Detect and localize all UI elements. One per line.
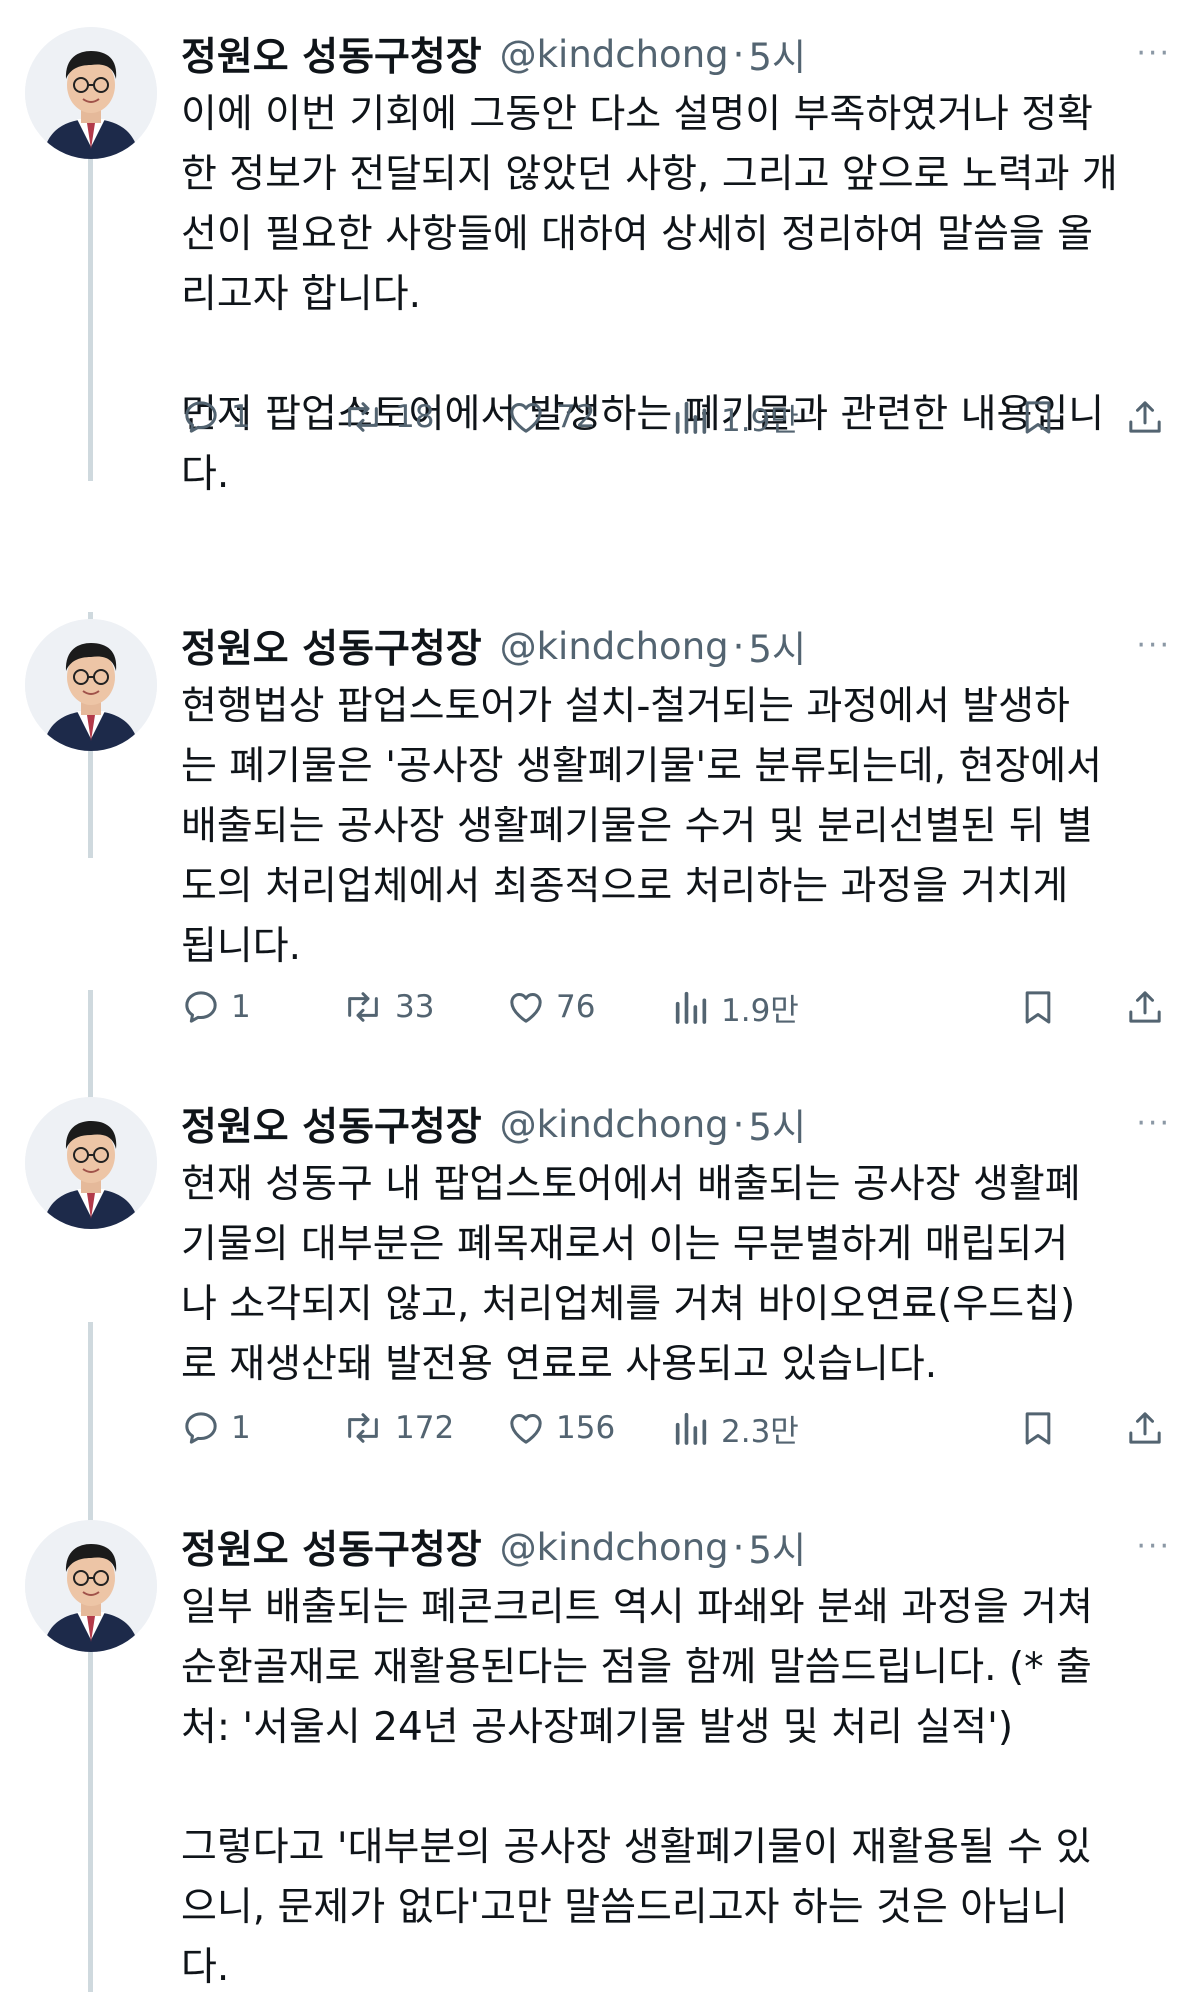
bookmark-button[interactable] <box>1018 1400 1058 1456</box>
reply-icon <box>185 991 217 1023</box>
view-count: 1.9만 <box>721 992 799 1029</box>
reply-button[interactable]: 1 <box>181 1400 251 1456</box>
reply-count: 1 <box>231 399 251 435</box>
share-button[interactable] <box>1125 1400 1165 1456</box>
like-count: 72 <box>556 399 596 435</box>
repost-count: 18 <box>395 399 435 435</box>
analytics-icon <box>675 401 707 434</box>
reply-icon <box>185 1412 217 1444</box>
timestamp[interactable]: 5시 <box>748 1097 806 1151</box>
repost-button[interactable]: 18 <box>341 389 434 445</box>
separator-dot: · <box>732 32 745 76</box>
views-button[interactable]: 2.3만 <box>671 1400 799 1456</box>
reply-count: 1 <box>231 989 251 1025</box>
reply-button[interactable]: 1 <box>181 389 251 445</box>
author-handle[interactable]: @kindchong <box>500 33 729 76</box>
tweet[interactable]: 정원오 성동구청장 @kindchong · 5시 ··· 일부 배출되는 폐콘… <box>0 1520 1200 1992</box>
share-icon <box>1129 401 1161 433</box>
more-options-icon[interactable]: ··· <box>1136 1099 1171 1149</box>
author-name[interactable]: 정원오 성동구청장 <box>181 26 482 82</box>
avatar[interactable] <box>25 1520 157 1652</box>
tweet[interactable]: 정원오 성동구청장 @kindchong · 5시 ··· 현행법상 팝업스토어… <box>0 619 1200 1039</box>
action-bar: 1 18 72 1.9만 <box>181 389 1171 445</box>
repost-button[interactable]: 33 <box>341 979 434 1035</box>
like-button[interactable]: 72 <box>506 389 595 445</box>
tweet-text: 현행법상 팝업스토어가 설치-철거되는 과정에서 발생하 는 폐기물은 '공사장… <box>181 684 1103 969</box>
action-bar: 1 33 76 1.9만 <box>181 979 1171 1035</box>
heart-icon <box>510 993 542 1023</box>
like-count: 156 <box>556 1410 616 1446</box>
views-button[interactable]: 1.9만 <box>671 389 799 445</box>
reply-button[interactable]: 1 <box>181 979 251 1035</box>
analytics-icon <box>675 991 707 1024</box>
author-handle[interactable]: @kindchong <box>500 1526 729 1569</box>
more-options-icon[interactable]: ··· <box>1136 1522 1171 1572</box>
bookmark-button[interactable] <box>1018 979 1058 1035</box>
bookmark-button[interactable] <box>1018 389 1058 445</box>
repost-icon <box>348 992 378 1022</box>
tweet-text: 현재 성동구 내 팝업스토어에서 배출되는 공사장 생활폐 기물의 대부분은 폐… <box>181 1162 1081 1387</box>
repost-icon <box>348 1413 378 1443</box>
timestamp[interactable]: 5시 <box>748 1520 806 1574</box>
like-button[interactable]: 156 <box>506 1400 615 1456</box>
bookmark-icon <box>1025 991 1051 1024</box>
repost-count: 172 <box>395 1410 455 1446</box>
more-options-icon[interactable]: ··· <box>1136 29 1171 79</box>
views-button[interactable]: 1.9만 <box>671 979 799 1035</box>
bookmark-icon <box>1025 1412 1051 1445</box>
tweet[interactable]: 정원오 성동구청장 @kindchong · 5시 ··· 이에 이번 기회에 … <box>0 27 1200 567</box>
like-count: 76 <box>556 989 596 1025</box>
repost-icon <box>348 402 378 432</box>
analytics-icon <box>675 1412 707 1445</box>
author-handle[interactable]: @kindchong <box>500 1103 729 1146</box>
reply-count: 1 <box>231 1410 251 1446</box>
share-button[interactable] <box>1125 979 1165 1035</box>
share-button[interactable] <box>1125 389 1165 445</box>
share-icon <box>1129 1412 1161 1444</box>
view-count: 2.3만 <box>721 1413 799 1450</box>
timestamp[interactable]: 5시 <box>748 27 806 81</box>
author-name[interactable]: 정원오 성동구청장 <box>181 618 482 674</box>
repost-count: 33 <box>395 989 435 1025</box>
tweet-thread: 정원오 성동구청장 @kindchong · 5시 ··· 이에 이번 기회에 … <box>0 0 1200 1992</box>
bookmark-icon <box>1025 401 1051 434</box>
tweet[interactable]: 정원오 성동구청장 @kindchong · 5시 ··· 현재 성동구 내 팝… <box>0 1097 1200 1457</box>
separator-dot: · <box>732 1525 745 1569</box>
author-name[interactable]: 정원오 성동구청장 <box>181 1096 482 1152</box>
reply-icon <box>185 401 217 433</box>
separator-dot: · <box>732 1102 745 1146</box>
tweet-header: 정원오 성동구청장 @kindchong · 5시 ··· <box>181 618 1171 674</box>
tweet-text: 일부 배출되는 폐콘크리트 역시 파쇄와 분쇄 과정을 거쳐 순환골재로 재활용… <box>181 1585 1094 1990</box>
author-name[interactable]: 정원오 성동구청장 <box>181 1519 482 1575</box>
tweet-header: 정원오 성동구청장 @kindchong · 5시 ··· <box>181 26 1171 82</box>
heart-icon <box>510 403 542 433</box>
tweet-header: 정원오 성동구청장 @kindchong · 5시 ··· <box>181 1519 1171 1575</box>
like-button[interactable]: 76 <box>506 979 595 1035</box>
timestamp[interactable]: 5시 <box>748 619 806 673</box>
repost-button[interactable]: 172 <box>341 1400 454 1456</box>
share-icon <box>1129 991 1161 1023</box>
view-count: 1.9만 <box>721 402 799 439</box>
tweet-header: 정원오 성동구청장 @kindchong · 5시 ··· <box>181 1096 1171 1152</box>
avatar[interactable] <box>25 1097 157 1229</box>
author-handle[interactable]: @kindchong <box>500 625 729 668</box>
action-bar: 1 172 156 2.3만 <box>181 1400 1171 1456</box>
avatar[interactable] <box>25 619 157 751</box>
avatar[interactable] <box>25 27 157 159</box>
heart-icon <box>510 1414 542 1444</box>
more-options-icon[interactable]: ··· <box>1136 621 1171 671</box>
separator-dot: · <box>732 624 745 668</box>
